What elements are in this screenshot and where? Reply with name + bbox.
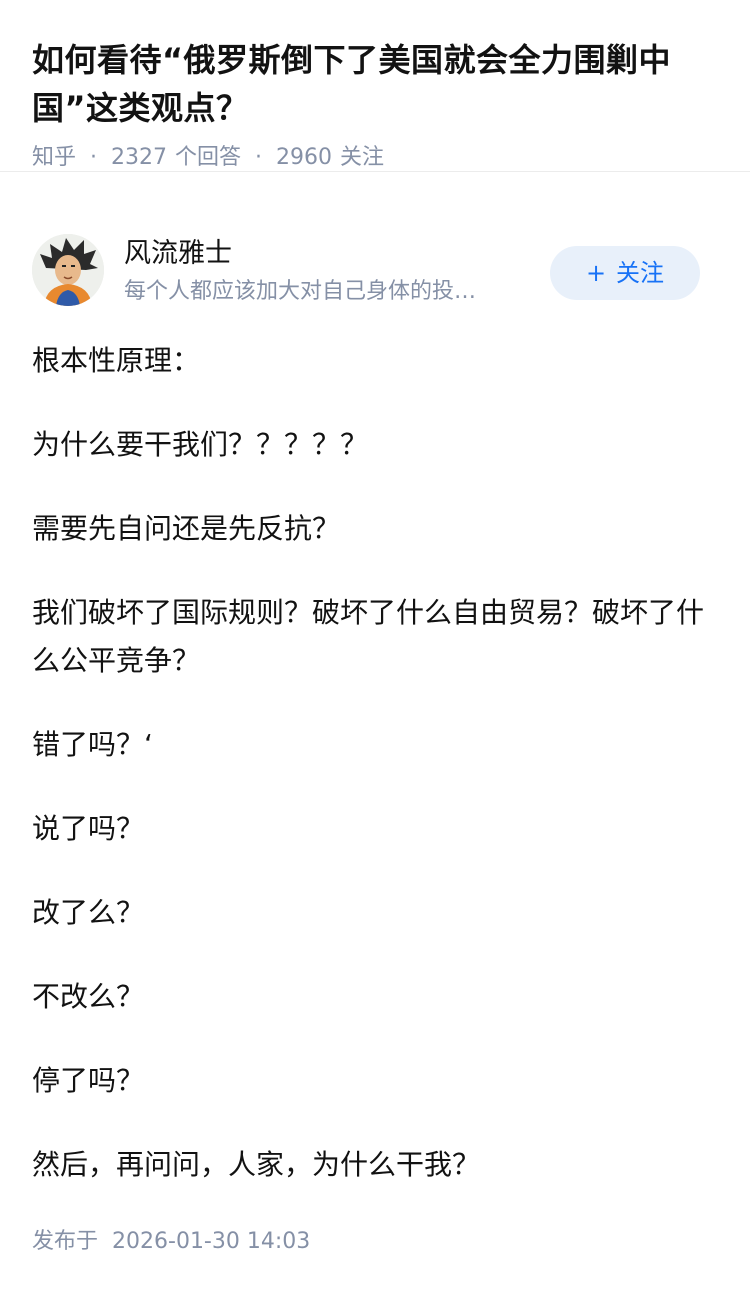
publish-label: 发布于 (32, 1229, 99, 1254)
answers-label[interactable]: 个回答 (175, 142, 241, 174)
answer-paragraph: 需要先自问还是先反抗？ (32, 512, 341, 545)
answer-paragraph: 停了吗？ (32, 1064, 145, 1097)
answers-count: 2327 (111, 145, 168, 170)
avatar[interactable] (32, 234, 104, 306)
separator-dot: · (90, 145, 98, 170)
author-info: 风流雅士 每个人都应该加大对自己身体的投… + 关注 (32, 234, 700, 310)
answer-paragraph: 然后，再问问，人家，为什么干我？ (32, 1148, 481, 1181)
answer-paragraph: 为什么要干我们？？？？？ (32, 428, 369, 461)
follow-label: 关注 (616, 259, 665, 287)
answer-paragraph: 说了吗？ (32, 812, 145, 845)
question-title[interactable]: 如何看待“俄罗斯倒下了美国就会全力围剿中国”这类观点？ (32, 36, 718, 132)
author-name[interactable]: 风流雅士 (124, 236, 232, 272)
follow-button[interactable]: + 关注 (550, 246, 700, 300)
avatar-image (32, 234, 104, 306)
question-header: 如何看待“俄罗斯倒下了美国就会全力围剿中国”这类观点？ 知乎 · 2327 个回… (0, 0, 750, 172)
followers-count: 2960 (276, 145, 333, 170)
answer-paragraph: 根本性原理： (32, 344, 201, 377)
answer-paragraph: 改了么？ (32, 896, 145, 929)
author-headline: 每个人都应该加大对自己身体的投… (124, 279, 477, 304)
answer-paragraph: 我们破坏了国际规则？破坏了什么自由贸易？破坏了什么公平竞争？ (32, 596, 705, 677)
plus-icon: + (585, 259, 607, 287)
question-meta: 知乎 · 2327 个回答 · 2960 关注 (32, 142, 718, 174)
publish-time: 发布于 2026-01-30 14:03 (32, 1226, 310, 1258)
publish-timestamp: 2026-01-30 14:03 (112, 1229, 311, 1254)
separator-dot: · (255, 145, 263, 170)
answer-paragraph: 不改么？ (32, 980, 145, 1013)
source-label[interactable]: 知乎 (32, 142, 76, 174)
followers-label: 关注 (340, 145, 385, 170)
answer-body: 根本性原理： 为什么要干我们？？？？？ 需要先自问还是先反抗？ 我们破坏了国际规… (32, 337, 710, 1225)
answer-paragraph: 错了吗？‘ (32, 728, 153, 761)
